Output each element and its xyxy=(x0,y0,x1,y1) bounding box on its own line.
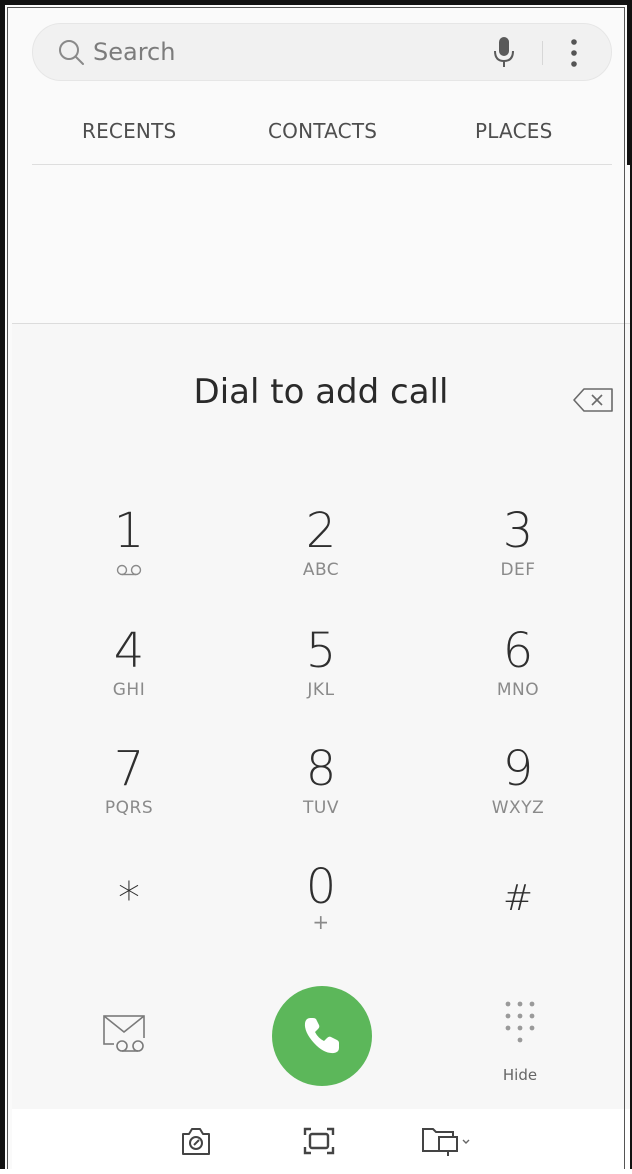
hide-keypad-button[interactable]: Hide xyxy=(490,992,550,1084)
key-letters: MNO xyxy=(496,680,540,700)
call-button[interactable] xyxy=(272,986,372,1086)
tab-places[interactable]: PLACES xyxy=(475,119,553,143)
dial-title: Dial to add call xyxy=(193,372,449,412)
key-digit: 4 xyxy=(113,623,145,679)
keypad-icon xyxy=(505,1001,535,1043)
key-letters: PQRS xyxy=(104,798,154,818)
voicemail-icon xyxy=(116,564,142,576)
key-star[interactable]: * xyxy=(69,872,189,968)
key-hash[interactable]: # xyxy=(458,872,578,968)
key-letters: JKL xyxy=(307,680,335,700)
key-2[interactable]: 2 ABC xyxy=(261,504,381,600)
multi-window-icon[interactable] xyxy=(419,1123,475,1159)
key-0[interactable]: 0 + xyxy=(261,860,381,956)
screenshot-icon[interactable] xyxy=(301,1123,337,1159)
key-digit: 8 xyxy=(305,741,337,797)
key-letters: ABC xyxy=(302,560,340,580)
key-8[interactable]: 8 TUV xyxy=(261,742,381,838)
search-bar[interactable]: Search xyxy=(32,23,612,81)
system-bar xyxy=(12,1109,630,1174)
dialer-panel: Dial to add call 1 2 ABC 3 DEF 4 GHI 5 J… xyxy=(12,323,630,1110)
key-digit: 3 xyxy=(502,503,534,559)
key-5[interactable]: 5 JKL xyxy=(261,624,381,720)
key-9[interactable]: 9 WXYZ xyxy=(458,742,578,838)
key-letters: WXYZ xyxy=(491,798,545,818)
search-input[interactable]: Search xyxy=(93,37,175,67)
phone-icon xyxy=(304,1018,339,1054)
key-digit: 9 xyxy=(502,741,534,797)
microphone-icon[interactable] xyxy=(489,34,519,70)
phone-screen: Search RECENTS CONTACTS PLACES Dial to a… xyxy=(0,0,632,1174)
tab-recents[interactable]: RECENTS xyxy=(82,119,176,143)
key-digit: 6 xyxy=(502,623,534,679)
key-1[interactable]: 1 xyxy=(69,504,189,600)
key-4[interactable]: 4 GHI xyxy=(69,624,189,720)
key-digit: 2 xyxy=(305,503,337,559)
hide-label: Hide xyxy=(502,1066,538,1084)
tab-contacts[interactable]: CONTACTS xyxy=(268,119,377,143)
key-letters: TUV xyxy=(303,798,339,818)
key-7[interactable]: 7 PQRS xyxy=(69,742,189,838)
search-icon xyxy=(59,40,84,65)
key-digit: * xyxy=(118,873,140,924)
results-list xyxy=(12,165,630,325)
key-digit: 1 xyxy=(113,503,145,559)
backspace-icon[interactable] xyxy=(572,386,616,414)
key-digit: 0 xyxy=(305,859,337,915)
voicemail-icon[interactable] xyxy=(100,1012,150,1056)
more-options-icon[interactable] xyxy=(566,36,582,70)
key-digit: 5 xyxy=(305,623,337,679)
key-letters: DEF xyxy=(500,560,536,580)
camera-icon[interactable] xyxy=(178,1123,214,1159)
key-letters: + xyxy=(312,910,330,934)
key-digit: # xyxy=(502,878,534,919)
search-divider xyxy=(542,41,543,65)
key-digit: 7 xyxy=(113,741,145,797)
key-3[interactable]: 3 DEF xyxy=(458,504,578,600)
tab-bar: RECENTS CONTACTS PLACES xyxy=(32,105,612,165)
key-letters: GHI xyxy=(112,680,146,700)
key-6[interactable]: 6 MNO xyxy=(458,624,578,720)
